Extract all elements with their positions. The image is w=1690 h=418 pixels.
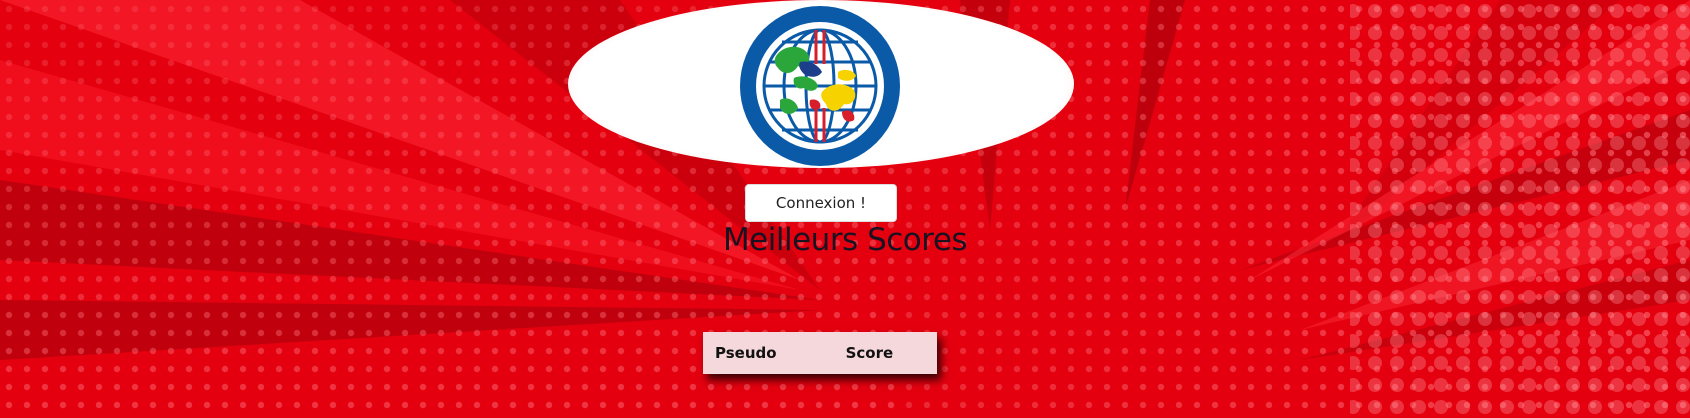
globe-logo-icon [740, 6, 900, 166]
table-header-row: Pseudo Score [703, 332, 937, 374]
leaderboard-table: Pseudo Score [703, 332, 937, 374]
column-header-pseudo: Pseudo [715, 344, 777, 362]
login-button[interactable]: Connexion ! [745, 184, 897, 222]
leaderboard-title: Meilleurs Scores [722, 222, 968, 258]
column-header-score: Score [845, 344, 894, 362]
